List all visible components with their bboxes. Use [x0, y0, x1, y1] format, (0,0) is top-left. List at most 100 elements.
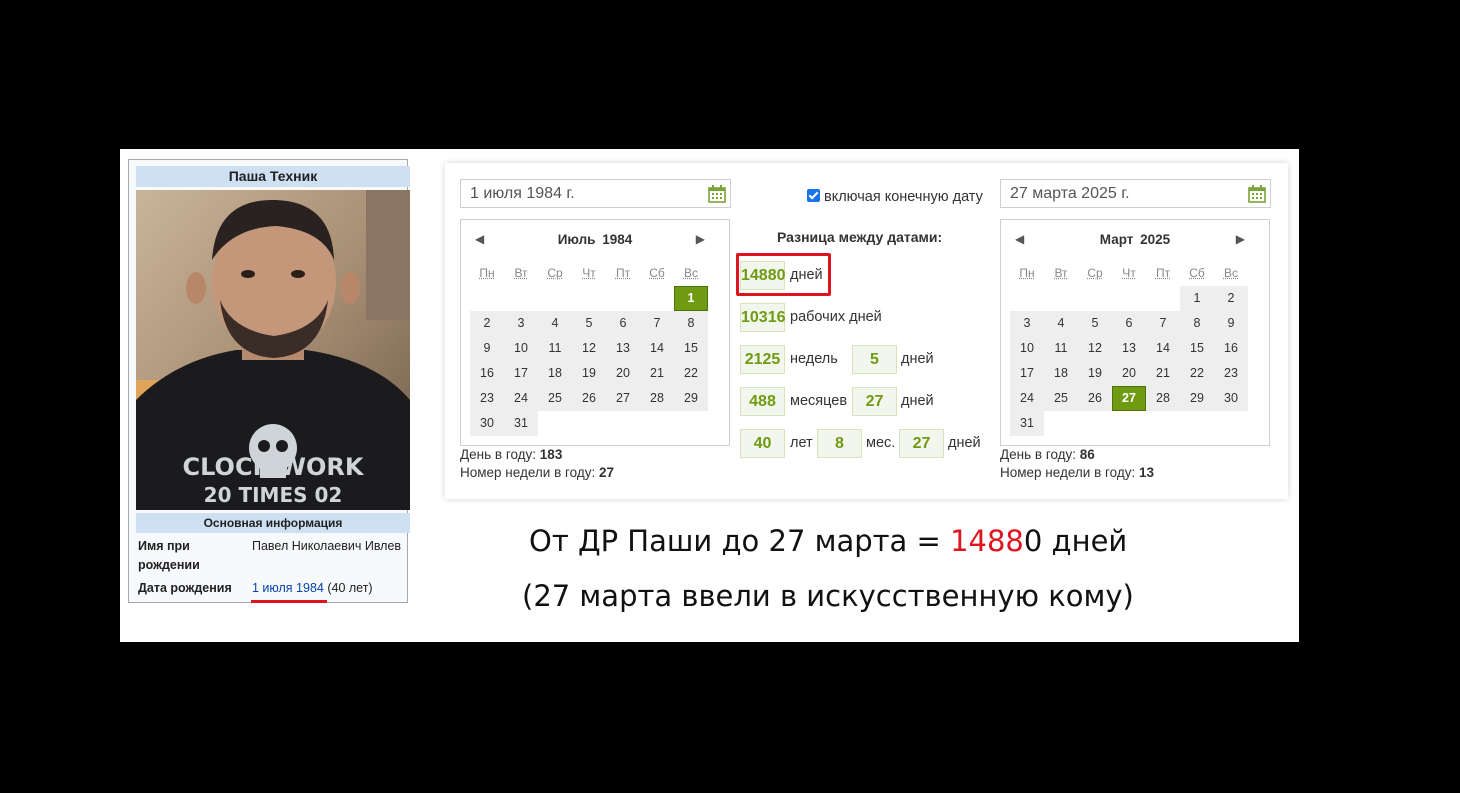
next-month-icon[interactable]: ▶ — [696, 232, 705, 246]
day-cell[interactable]: 30 — [470, 411, 504, 436]
day-cell[interactable]: 22 — [674, 361, 708, 386]
day-cell[interactable]: 27 — [606, 386, 640, 411]
months-value: 488 — [740, 387, 785, 416]
day-cell[interactable]: 11 — [538, 336, 572, 361]
day-cell[interactable]: 22 — [1180, 361, 1214, 386]
calendar-icon[interactable] — [708, 185, 726, 203]
day-cell[interactable]: 21 — [1146, 361, 1180, 386]
start-week-number: Номер недели в году: 27 — [460, 465, 615, 480]
birth-date-link[interactable]: 1 июля 1984 — [252, 581, 324, 595]
calendar-icon[interactable] — [1248, 185, 1266, 203]
end-date-input[interactable]: 27 марта 2025 г. — [1000, 179, 1271, 208]
months-unit: месяцев — [790, 393, 848, 409]
weekday-header: Пн — [1019, 266, 1035, 280]
day-cell[interactable]: 5 — [1078, 311, 1112, 336]
person-photo-drawing: CLOCK WORK 20 TIMES 02 — [136, 190, 410, 510]
day-cell[interactable]: 7 — [640, 311, 674, 336]
infobox: Паша Техник CLOCK WORK 20 TIMES 02 Основ… — [128, 159, 410, 603]
day-cell[interactable]: 28 — [1146, 386, 1180, 411]
day-cell[interactable]: 17 — [504, 361, 538, 386]
day-cell[interactable]: 14 — [640, 336, 674, 361]
day-cell[interactable]: 3 — [504, 311, 538, 336]
total-days-highlight — [736, 253, 831, 296]
day-cell[interactable]: 31 — [504, 411, 538, 436]
weekday-header: Чт — [582, 266, 596, 280]
weekday-header: Ср — [1087, 266, 1103, 280]
day-cell[interactable]: 2 — [470, 311, 504, 336]
caption-line1: От ДР Паши до 27 марта = 14880 дней — [529, 524, 1128, 558]
day-cell[interactable]: 4 — [1044, 311, 1078, 336]
day-cell[interactable]: 9 — [1214, 311, 1248, 336]
ym-days-value: 27 — [899, 429, 944, 458]
day-cell[interactable]: 12 — [572, 336, 606, 361]
day-cell[interactable]: 5 — [572, 311, 606, 336]
day-cell[interactable]: 23 — [1214, 361, 1248, 386]
day-cell[interactable]: 15 — [674, 336, 708, 361]
day-cell[interactable]: 13 — [606, 336, 640, 361]
weekday-header: Вт — [514, 266, 528, 280]
day-cell[interactable]: 13 — [1112, 336, 1146, 361]
months-days-unit: дней — [901, 393, 934, 409]
day-cell[interactable]: 3 — [1010, 311, 1044, 336]
start-calendar: ◀ Июль 1984 ▶ Пн Вт Ср Чт Пт Сб Вс 1 2 3 4 5 6 7 8 9 10 1… — [460, 219, 730, 446]
day-cell[interactable]: 19 — [572, 361, 606, 386]
day-cell[interactable]: 20 — [1112, 361, 1146, 386]
include-end-checkbox[interactable] — [807, 189, 820, 202]
day-cell[interactable]: 14 — [1146, 336, 1180, 361]
birth-date-value: 1 июля 1984 (40 лет) — [252, 578, 373, 598]
day-cell[interactable]: 26 — [572, 386, 606, 411]
day-cell[interactable]: 16 — [470, 361, 504, 386]
day-cell[interactable]: 18 — [538, 361, 572, 386]
weekday-header: Сб — [649, 266, 665, 280]
day-cell[interactable]: 1 — [1180, 286, 1214, 311]
day-cell[interactable]: 25 — [538, 386, 572, 411]
day-cell[interactable]: 29 — [674, 386, 708, 411]
day-cell[interactable]: 24 — [1010, 386, 1044, 411]
day-cell[interactable]: 6 — [1112, 311, 1146, 336]
day-cell[interactable]: 8 — [674, 311, 708, 336]
years-unit: лет — [790, 435, 813, 451]
age-text: (40 лет) — [323, 581, 373, 595]
day-cell[interactable]: 31 — [1010, 411, 1044, 436]
selected-day-cell[interactable]: 27 — [1112, 386, 1146, 411]
day-cell[interactable]: 17 — [1010, 361, 1044, 386]
person-photo: CLOCK WORK 20 TIMES 02 — [136, 190, 410, 510]
day-cell[interactable]: 15 — [1180, 336, 1214, 361]
day-cell[interactable]: 30 — [1214, 386, 1248, 411]
birth-name-value: Павел Николаевич Ивлев — [252, 539, 402, 553]
birth-name-label-line2: рождении — [138, 558, 200, 572]
start-date-input[interactable]: 1 июля 1984 г. — [460, 179, 731, 208]
selected-day-cell[interactable]: 1 — [674, 286, 708, 311]
day-cell[interactable]: 16 — [1214, 336, 1248, 361]
day-cell[interactable]: 28 — [640, 386, 674, 411]
weeks-days-value: 5 — [852, 345, 897, 374]
weeks-unit: недель — [790, 351, 838, 367]
day-cell[interactable]: 12 — [1078, 336, 1112, 361]
day-cell[interactable]: 9 — [470, 336, 504, 361]
day-cell[interactable]: 23 — [470, 386, 504, 411]
day-cell[interactable]: 21 — [640, 361, 674, 386]
include-end-date[interactable]: включая конечную дату — [807, 189, 983, 205]
day-cell[interactable]: 2 — [1214, 286, 1248, 311]
day-cell[interactable]: 6 — [606, 311, 640, 336]
day-cell[interactable]: 10 — [504, 336, 538, 361]
day-cell[interactable]: 8 — [1180, 311, 1214, 336]
next-month-icon[interactable]: ▶ — [1236, 232, 1245, 246]
day-cell[interactable]: 10 — [1010, 336, 1044, 361]
day-cell[interactable]: 4 — [538, 311, 572, 336]
day-cell[interactable]: 25 — [1044, 386, 1078, 411]
day-cell[interactable]: 11 — [1044, 336, 1078, 361]
day-cell[interactable]: 20 — [606, 361, 640, 386]
end-week-number: Номер недели в году: 13 — [1000, 465, 1155, 480]
birth-name-label-line1: Имя при — [138, 539, 190, 553]
infobox-section-title: Основная информация — [136, 513, 410, 533]
end-calendar: ◀ Март 2025 ▶ Пн Вт Ср Чт Пт Сб Вс 1 2 3 4 5 6 7 8 9 10 1… — [1000, 219, 1270, 446]
day-cell[interactable]: 19 — [1078, 361, 1112, 386]
day-cell[interactable]: 7 — [1146, 311, 1180, 336]
day-cell[interactable]: 24 — [504, 386, 538, 411]
day-cell[interactable]: 18 — [1044, 361, 1078, 386]
day-cell[interactable]: 26 — [1078, 386, 1112, 411]
weekday-header: Чт — [1122, 266, 1136, 280]
caption-line2: (27 марта ввели в искусственную кому) — [522, 579, 1134, 613]
day-cell[interactable]: 29 — [1180, 386, 1214, 411]
